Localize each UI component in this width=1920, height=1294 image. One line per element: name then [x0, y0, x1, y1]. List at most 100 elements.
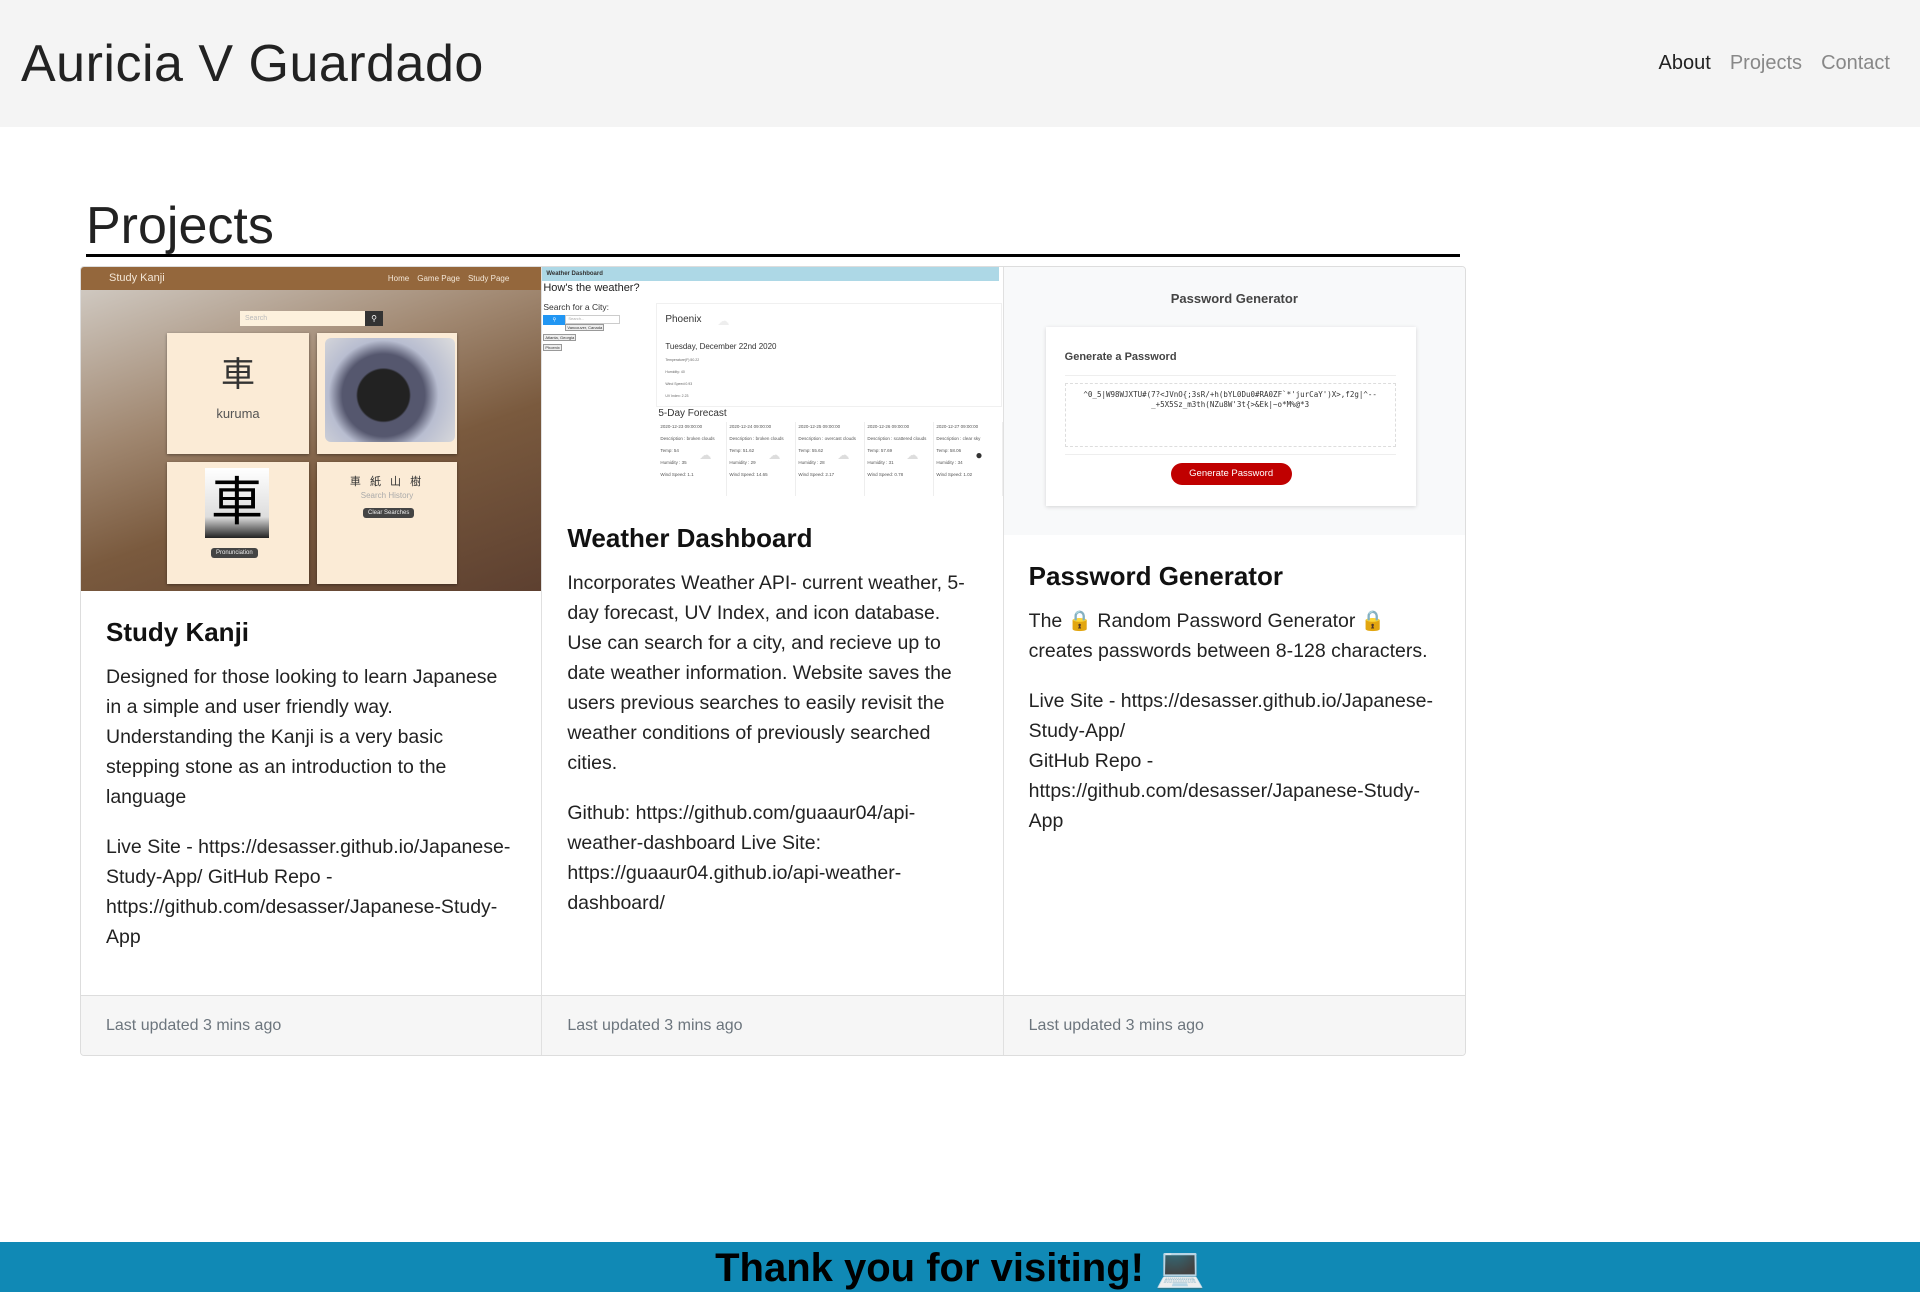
card-text: The 🔒 Random Password Generator 🔒 create… — [1028, 610, 1428, 662]
card-body: Study Kanji Designed for those looking t… — [81, 591, 541, 995]
weather-search-input: Search... — [565, 315, 621, 324]
forecast-date: 2020-12-23 09:00:00 — [660, 424, 703, 429]
main-nav: About Projects Contact — [1659, 52, 1890, 75]
generate-password-button: Generate Password — [1170, 463, 1292, 485]
card-links[interactable]: Live Site - https://desasser.github.io/J… — [1029, 686, 1440, 836]
forecast-date: 2020-12-25 09:00:00 — [798, 424, 841, 429]
stroke-image: 車 — [205, 468, 269, 538]
kanji-nav-links: Home Game Page Study Page — [388, 267, 509, 290]
forecast-day: 2020-12-25 09:00:00 Description : overcas… — [797, 422, 866, 496]
title-divider — [86, 254, 1460, 257]
forecast-wind: Wind Speed: 1.1 — [660, 472, 694, 477]
current-stats: Temperature(F):50.22 Humidity: 40 Wind S… — [665, 354, 699, 402]
forecast-temp: Temp: 51.62 — [729, 448, 755, 453]
site-brand[interactable]: Auricia V Guardado — [21, 34, 484, 94]
kanji-nav-home: Home — [387, 274, 410, 283]
card-body: Password Generator The 🔒 Random Password… — [1004, 535, 1465, 995]
kanji-background — [81, 290, 542, 591]
pronunciation-button: Pronunciation — [211, 548, 258, 558]
forecast-hum: Humidity : 29 — [729, 460, 756, 465]
nav-projects[interactable]: Projects — [1730, 52, 1802, 75]
card-body: Weather Dashboard Incorporates Weather A… — [542, 497, 1002, 995]
nav-contact[interactable]: Contact — [1821, 52, 1890, 75]
forecast-title: 5-Day Forecast — [658, 408, 727, 419]
stroke-panel: 車 Pronunciation — [167, 462, 309, 584]
cloud-icon: ☁ — [699, 448, 712, 462]
page-title: Projects — [86, 197, 274, 255]
forecast-day: 2020-12-23 09:00:00 Description : broken … — [659, 422, 728, 496]
project-cards: Study Kanji Home Game Page Study Page Se… — [80, 266, 1466, 1056]
divider — [1064, 454, 1396, 455]
pw-card: Generate a Password ^0_5|W98WJXTU#(7?<JV… — [1045, 327, 1416, 506]
history-button: Vancouver, Canada — [565, 324, 605, 331]
pw-subtitle: Generate a Password — [1064, 351, 1177, 363]
nav-about[interactable]: About — [1659, 52, 1711, 75]
kanji-char: 車 — [221, 356, 255, 394]
password-generator-screenshot: Password Generator Generate a Password ^… — [1003, 267, 1465, 535]
weather-dashboard-screenshot: Weather Dashboard How's the weather? Sea… — [542, 267, 1003, 497]
forecast-temp: Temp: 58.06 — [936, 448, 962, 453]
card-links[interactable]: Live Site - https://desasser.github.io/J… — [106, 832, 516, 952]
history-item: 樹 — [410, 476, 425, 488]
cloud-icon: ☁ — [717, 314, 730, 328]
card-title: Study Kanji — [106, 617, 250, 647]
clear-searches-button: Clear Searches — [363, 508, 415, 518]
kanji-panel: 車 kuruma — [167, 333, 309, 454]
card-title: Password Generator — [1028, 561, 1283, 591]
history-item: 紙 — [369, 476, 384, 488]
divider — [1064, 375, 1396, 376]
history-button: Phoenix — [543, 344, 562, 351]
image-panel — [317, 333, 457, 454]
pw-output: ^0_5|W98WJXTU#(7?<JVnO{;3sR/+h(bYL0Du0#R… — [1064, 383, 1396, 447]
sun-icon: ● — [975, 448, 983, 462]
kanji-search: Search — [240, 311, 365, 326]
forecast-date: 2020-12-24 09:00:00 — [729, 424, 772, 429]
history-kanji: 車 紙 山 樹 — [317, 473, 457, 489]
forecast-desc: Description : broken clouds — [729, 436, 784, 441]
search-icon: ⚲ — [365, 311, 383, 326]
stat: Humidity: 40 — [665, 370, 685, 374]
stat: UV Index: 2.23 — [665, 394, 689, 398]
repo-link[interactable]: GitHub Repo - https://github.com/desasse… — [1029, 750, 1420, 832]
site-header: Auricia V Guardado About Projects Contac… — [0, 0, 1920, 127]
forecast-day: 2020-12-27 09:00:00 Description : clear s… — [935, 422, 1003, 496]
study-kanji-screenshot: Study Kanji Home Game Page Study Page Se… — [81, 267, 542, 591]
weather-heading: How's the weather? — [543, 282, 640, 294]
card-footer: Last updated 3 mins ago — [1003, 995, 1465, 1055]
live-site-link[interactable]: Live Site - https://desasser.github.io/J… — [1029, 690, 1433, 742]
forecast-desc: Description : overcast clouds — [798, 436, 856, 441]
forecast-temp: Temp: 55.62 — [798, 448, 824, 453]
project-card-password-generator: Password Generator Generate a Password ^… — [1003, 267, 1465, 1055]
forecast-day: 2020-12-26 09:00:00 Description : scatter… — [866, 422, 935, 496]
stat: Wind Speed:0.93 — [665, 382, 693, 386]
card-links[interactable]: Github: https://github.com/guaaur04/api-… — [567, 798, 977, 918]
forecast-wind: Wind Speed: 1.02 — [936, 472, 973, 477]
weather-navbar: Weather Dashboard — [542, 267, 1000, 281]
forecast-hum: Humidity : 34 — [936, 460, 963, 465]
car-image — [325, 338, 455, 442]
kanji-nav-game: Game Page — [417, 274, 460, 283]
pw-app-title: Password Generator — [1170, 291, 1298, 306]
kanji-app-title: Study Kanji — [109, 272, 165, 284]
forecast-date: 2020-12-27 09:00:00 — [936, 424, 979, 429]
history-panel: 車 紙 山 樹 Search History Clear Searches — [317, 462, 457, 584]
site-footer: Thank you for visiting! 💻 — [0, 1242, 1920, 1292]
current-weather: Phoenix ☁ Tuesday, December 22nd 2020 Te… — [656, 303, 1003, 407]
current-date: Tuesday, December 22nd 2020 — [665, 342, 777, 351]
forecast-hum: Humidity : 35 — [660, 460, 687, 465]
weather-search-label: Search for a City: — [543, 302, 609, 312]
history-item: 山 — [390, 476, 405, 488]
forecast-hum: Humidity : 28 — [798, 460, 825, 465]
forecast-wind: Wind Speed: 2.17 — [798, 472, 835, 477]
cloud-icon: ☁ — [906, 448, 919, 462]
search-icon: ⚲ — [543, 315, 566, 325]
project-card-study-kanji: Study Kanji Home Game Page Study Page Se… — [81, 267, 543, 1055]
stat: Temperature(F):50.22 — [665, 358, 700, 362]
card-footer: Last updated 3 mins ago — [542, 995, 1003, 1055]
forecast-day: 2020-12-24 09:00:00 Description : broken … — [728, 422, 797, 496]
cloud-icon: ☁ — [837, 448, 850, 462]
forecast-wind: Wind Speed: 14.65 — [729, 472, 768, 477]
card-title: Weather Dashboard — [567, 523, 813, 553]
card-text: Designed for those looking to learn Japa… — [106, 666, 498, 808]
history-button: Atlanta, Georgia — [543, 334, 577, 341]
